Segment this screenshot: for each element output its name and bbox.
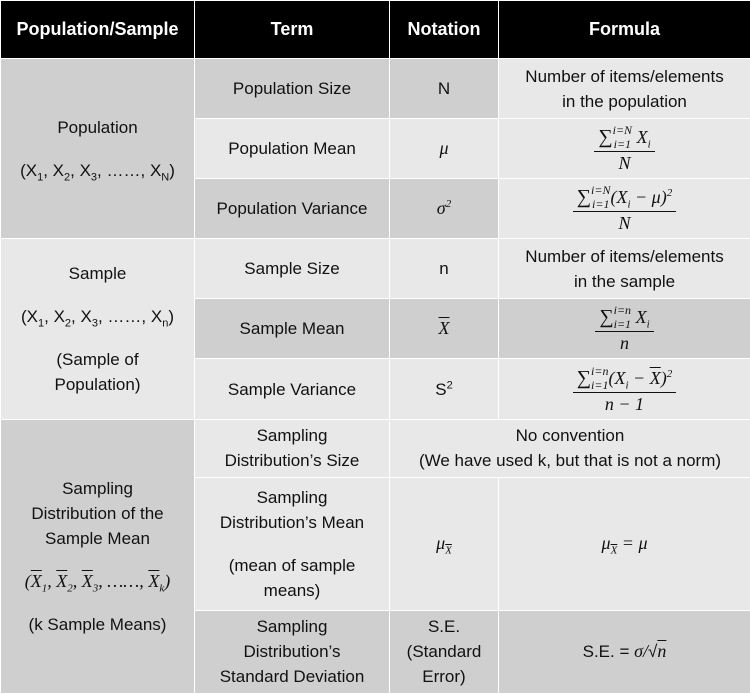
sample-mean-formula: ∑ i=n i=1 Xi n <box>498 298 750 360</box>
header-term: Term <box>194 0 390 60</box>
population-mean-notation: μ <box>389 118 499 180</box>
sampling-mean-notation: μX <box>389 476 499 611</box>
sampling-mean-term: Sampling Distribution’s Mean (mean of sa… <box>194 476 390 611</box>
population-variance-term: Population Variance <box>194 178 390 240</box>
population-mean-term: Population Mean <box>194 118 390 180</box>
population-group-cell: Population (X1, X2, X3, ……, XN) <box>0 58 195 240</box>
sample-group-cell: Sample (X1, X2, X3, ……, Xn) (Sample of P… <box>0 238 195 420</box>
header-population-sample: Population/Sample <box>0 0 195 60</box>
population-set: (X1, X2, X3, ……, XN) <box>20 160 175 184</box>
sample-mean-notation: X <box>389 298 499 360</box>
sample-variance-formula: ∑ i=n i=1 (Xi − X)2 n − 1 <box>498 358 750 420</box>
sample-set: (X1, X2, X3, ……, Xn) <box>21 306 174 330</box>
sampling-size-term: Sampling Distribution’s Size <box>194 418 390 478</box>
sampling-size-formula: No convention (We have used k, but that … <box>389 418 750 478</box>
population-title: Population <box>57 117 138 137</box>
population-size-notation: N <box>389 58 499 120</box>
table-row: Sampling Distribution of the Sample Mean… <box>0 418 750 694</box>
sampling-sd-term: Sampling Distribution’s Standard Deviati… <box>194 609 390 694</box>
statistics-table: Population/Sample Term Notation Formula … <box>0 0 750 694</box>
sampling-set: (X1, X2, X3, ……, Xk) <box>24 570 171 595</box>
sample-size-notation: n <box>389 238 499 300</box>
table-row: Population (X1, X2, X3, ……, XN) Populati… <box>0 58 750 240</box>
sample-size-term: Sample Size <box>194 238 390 300</box>
sampling-sd-notation: S.E. (Standard Error) <box>389 609 499 694</box>
population-variance-formula: ∑ i=N i=1 (Xi − μ)2 N <box>498 178 750 240</box>
sample-size-formula: Number of items/elements in the sample <box>498 238 750 300</box>
table-row: Sample (X1, X2, X3, ……, Xn) (Sample of P… <box>0 238 750 420</box>
sampling-sd-formula: S.E. = σ/√n <box>498 609 750 694</box>
population-size-formula: Number of items/elements in the populati… <box>498 58 750 120</box>
population-variance-notation: σ2 <box>389 178 499 240</box>
sample-note-line1: (Sample of <box>56 349 139 369</box>
sampling-mean-formula: μX = μ <box>498 476 750 611</box>
header-notation: Notation <box>389 0 499 60</box>
population-size-term: Population Size <box>194 58 390 120</box>
sample-variance-term: Sample Variance <box>194 358 390 420</box>
sample-variance-notation: S2 <box>389 358 499 420</box>
sampling-group-cell: Sampling Distribution of the Sample Mean… <box>0 418 195 694</box>
header-formula: Formula <box>498 0 750 60</box>
sample-note-line2: Population) <box>54 374 141 394</box>
sampling-note: (k Sample Means) <box>28 614 167 634</box>
sample-mean-term: Sample Mean <box>194 298 390 360</box>
header-row: Population/Sample Term Notation Formula <box>0 0 750 60</box>
population-mean-formula: ∑ i=N i=1 Xi N <box>498 118 750 180</box>
sample-title: Sample <box>68 263 127 283</box>
